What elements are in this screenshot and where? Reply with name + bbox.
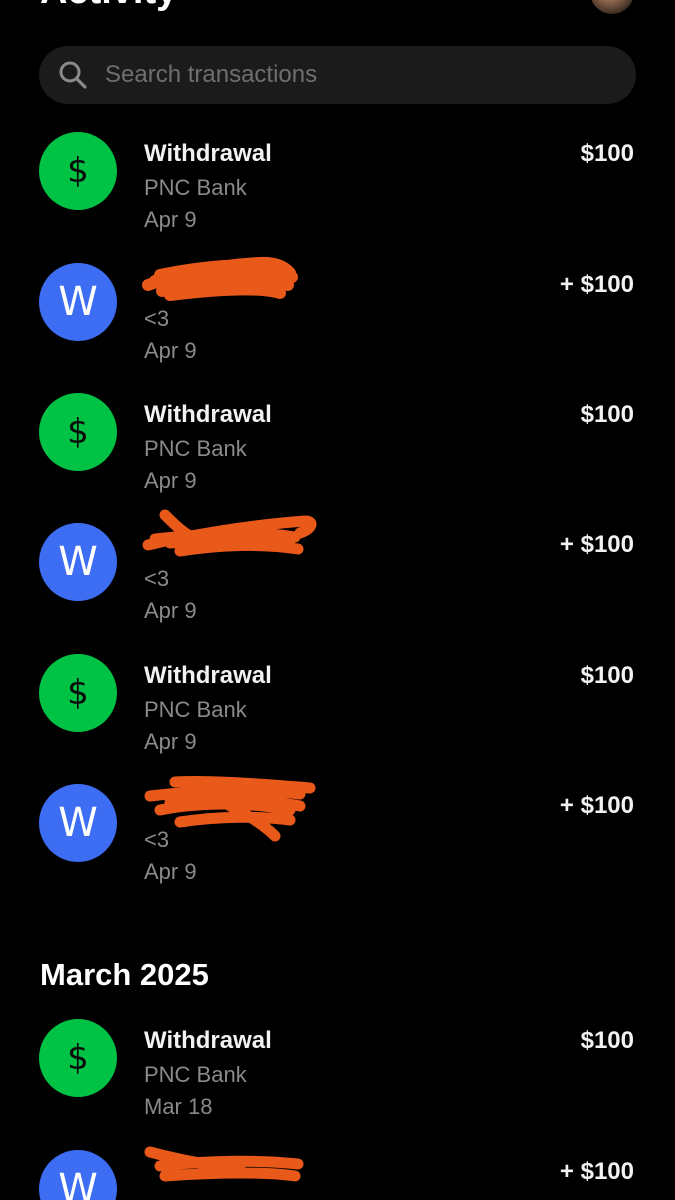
initial-avatar: W	[39, 523, 117, 601]
transaction-amount: + $100	[559, 531, 634, 558]
dollar-avatar: $	[39, 393, 117, 471]
transaction-date: Apr 9	[144, 729, 197, 754]
transaction-amount: $100	[580, 662, 634, 689]
transaction-row[interactable]: $ Withdrawal PNC Bank Apr 9 $100	[0, 393, 675, 503]
transaction-subtitle: PNC Bank	[144, 175, 247, 200]
transaction-subtitle: PNC Bank	[144, 436, 247, 461]
transaction-date: Apr 9	[144, 598, 197, 623]
activity-screen: Activity $ Withdrawal PNC Bank Apr 9 $10…	[0, 0, 675, 1200]
transaction-amount: + $100	[559, 792, 634, 819]
transaction-subtitle: <3	[144, 566, 170, 591]
dollar-icon: $	[67, 151, 89, 191]
transaction-date: Apr 9	[144, 338, 197, 363]
dollar-avatar: $	[39, 1019, 117, 1097]
section-header-march: March 2025	[40, 957, 209, 992]
search-input[interactable]	[105, 61, 585, 89]
transaction-date: Apr 9	[144, 859, 197, 884]
avatar-initial: W	[58, 1166, 98, 1200]
transaction-amount: $100	[580, 401, 634, 428]
transaction-row[interactable]: $ Withdrawal PNC Bank Apr 9 $100	[0, 132, 675, 242]
page-title: Activity	[40, 0, 177, 10]
initial-avatar: W	[39, 1150, 117, 1200]
transaction-title: Withdrawal	[144, 401, 272, 428]
transaction-amount: + $100	[559, 1158, 634, 1185]
transaction-title: Withdrawal	[144, 140, 272, 167]
redaction-scribble	[142, 509, 317, 557]
dollar-avatar: $	[39, 654, 117, 732]
transaction-date: Mar 18	[144, 1094, 213, 1119]
transaction-amount: $100	[580, 140, 634, 167]
transaction-title: Withdrawal	[144, 662, 272, 689]
transaction-date: Apr 9	[144, 468, 197, 493]
search-icon	[59, 61, 87, 89]
avatar-initial: W	[58, 800, 98, 846]
transaction-title: Withdrawal	[144, 1027, 272, 1054]
transaction-row[interactable]: W <3 Apr 9 + $100	[0, 775, 675, 894]
avatar-initial: W	[58, 279, 98, 325]
transaction-row[interactable]: W + $100	[0, 1146, 675, 1200]
transaction-row[interactable]: $ Withdrawal PNC Bank Apr 9 $100	[0, 654, 675, 764]
profile-avatar[interactable]	[590, 0, 634, 14]
dollar-avatar: $	[39, 132, 117, 210]
transaction-subtitle: <3	[144, 827, 170, 852]
dollar-icon: $	[67, 673, 89, 713]
transaction-amount: $100	[580, 1027, 634, 1054]
transaction-amount: + $100	[559, 271, 634, 298]
initial-avatar: W	[39, 263, 117, 341]
transaction-row[interactable]: W <3 Apr 9 + $100	[0, 509, 675, 633]
transaction-row[interactable]: $ Withdrawal PNC Bank Mar 18 $100	[0, 1019, 675, 1129]
redaction-scribble	[144, 1146, 304, 1182]
dollar-icon: $	[67, 1038, 89, 1078]
search-bar[interactable]	[39, 46, 636, 104]
initial-avatar: W	[39, 784, 117, 862]
transaction-subtitle: PNC Bank	[144, 697, 247, 722]
transaction-row[interactable]: W <3 Apr 9 + $100	[0, 256, 675, 373]
avatar-initial: W	[58, 539, 98, 585]
transaction-date: Apr 9	[144, 207, 197, 232]
dollar-icon: $	[67, 412, 89, 452]
transaction-subtitle: <3	[144, 306, 170, 331]
transaction-subtitle: PNC Bank	[144, 1062, 247, 1087]
